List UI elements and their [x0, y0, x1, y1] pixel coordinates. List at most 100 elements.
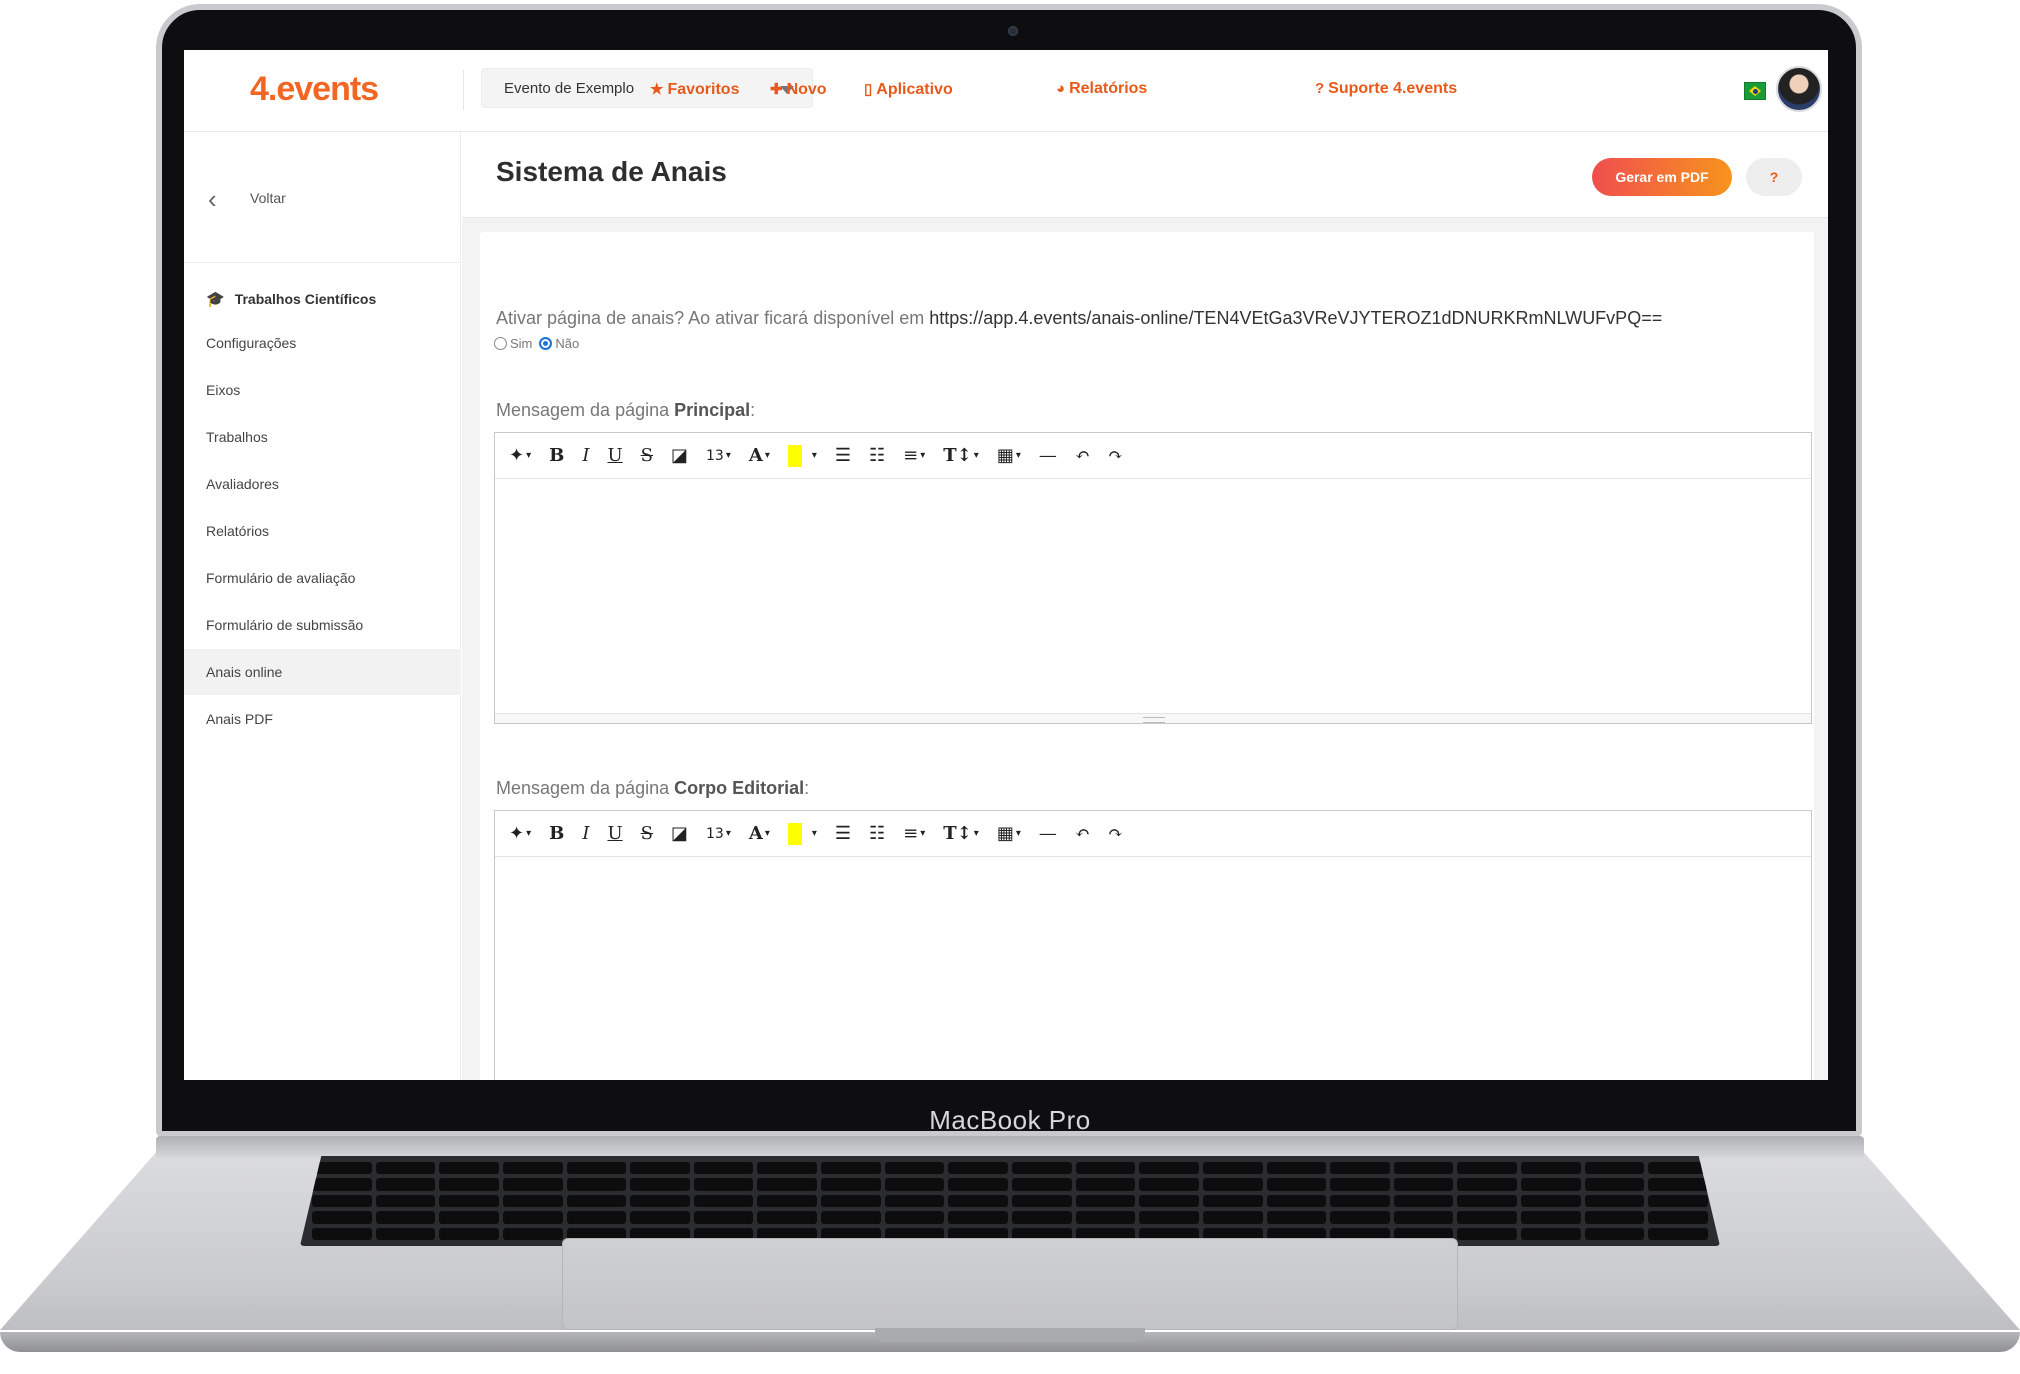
ordered-list-icon[interactable]: ☰ [835, 823, 851, 844]
generate-pdf-button[interactable]: Gerar em PDF [1592, 158, 1732, 196]
sidebar-item-eixos[interactable]: Eixos [184, 367, 461, 413]
keyboard-key [948, 1194, 1008, 1208]
sidebar-item-label: Eixos [206, 382, 241, 398]
keyboard-key [312, 1194, 372, 1208]
keyboard-key [566, 1178, 627, 1191]
undo-icon[interactable]: ↶ [1075, 445, 1090, 466]
strikethrough-icon[interactable]: S [641, 445, 653, 466]
sidebar-item-avaliadores[interactable]: Avaliadores [184, 461, 461, 507]
graduation-cap-icon: 🎓 [206, 291, 225, 308]
nav-favoritos[interactable]: ★ Favoritos [650, 80, 739, 99]
keyboard-key [1012, 1211, 1072, 1224]
font-size-value: 13 [706, 825, 724, 842]
editor-corpo-editorial: ✦ ▾ B I U S ◪ 13 ▾ A ▾ ▾ ☰ ☷ ≡ ▾ T↕ ▾ ▦ ▾ [494, 810, 1812, 1080]
keyboard-key [502, 1211, 563, 1224]
help-button[interactable]: ? [1746, 158, 1802, 196]
table-icon[interactable]: ▦ ▾ [997, 445, 1021, 466]
sidebar-item-formulario-avaliacao[interactable]: Formulário de avaliação [184, 555, 461, 601]
keyboard-key [1075, 1194, 1136, 1208]
pie-chart-icon: ◕ [1056, 80, 1066, 97]
font-size-select[interactable]: 13 ▾ [706, 448, 731, 464]
nav-aplicativo[interactable]: ▯ Aplicativo [864, 80, 953, 99]
nav-novo[interactable]: ✚ Novo [770, 80, 827, 99]
keyboard-key [1393, 1211, 1454, 1224]
strikethrough-icon[interactable]: S [641, 823, 653, 844]
eraser-icon[interactable]: ◪ [671, 823, 688, 844]
star-icon: ★ [650, 81, 664, 98]
underline-icon[interactable]: U [607, 445, 622, 466]
content-header: Sistema de Anais Gerar em PDF ? [462, 132, 1828, 218]
radio-nao[interactable] [539, 337, 553, 350]
keyboard-key [948, 1178, 1008, 1191]
italic-icon[interactable]: I [582, 823, 589, 844]
line-height-icon[interactable]: T↕ ▾ [943, 823, 979, 844]
redo-icon[interactable]: ↷ [1108, 445, 1123, 466]
nav-relatorios[interactable]: ◕ Relatórios [1056, 80, 1147, 98]
keyboard-key [1521, 1211, 1581, 1224]
back-button[interactable]: ‹ Voltar [206, 178, 461, 220]
ordered-list-icon[interactable]: ☰ [835, 445, 851, 466]
font-color-icon[interactable]: A ▾ [749, 823, 770, 844]
device-label: MacBook Pro [929, 1105, 1091, 1135]
avatar[interactable] [1776, 66, 1822, 112]
keyboard-key [821, 1178, 881, 1191]
redo-icon[interactable]: ↷ [1108, 823, 1123, 844]
table-icon[interactable]: ▦ ▾ [997, 823, 1021, 844]
anais-url[interactable]: https://app.4.events/anais-online/TEN4VE… [929, 308, 1662, 328]
sidebar-item-label: Trabalhos [206, 429, 268, 445]
sidebar-item-configuracoes[interactable]: Configurações [184, 320, 461, 366]
brazil-flag-icon[interactable] [1744, 82, 1766, 100]
bold-icon[interactable]: B [549, 445, 564, 466]
horizontal-rule-icon[interactable]: — [1039, 445, 1057, 466]
sidebar-item-anais-pdf[interactable]: Anais PDF [184, 696, 461, 742]
sidebar-item-relatorios[interactable]: Relatórios [184, 508, 461, 554]
unordered-list-icon[interactable]: ☷ [869, 445, 885, 466]
keyboard-key [1012, 1194, 1072, 1208]
font-size-value: 13 [706, 447, 724, 464]
editor-corpo-label: Mensagem da página Corpo Editorial: [496, 778, 810, 798]
app-logo[interactable]: 4.events [250, 70, 379, 109]
line-height-icon[interactable]: T↕ ▾ [943, 445, 979, 466]
nav-suporte[interactable]: ? Suporte 4.events [1315, 80, 1457, 98]
keyboard-key [439, 1211, 499, 1224]
italic-icon[interactable]: I [582, 445, 589, 466]
radio-sim[interactable] [494, 337, 507, 350]
editor-principal-text-area[interactable] [495, 479, 1811, 713]
keyboard-key [821, 1194, 881, 1208]
font-size-select[interactable]: 13 ▾ [706, 826, 731, 842]
undo-icon[interactable]: ↶ [1075, 823, 1090, 844]
underline-icon[interactable]: U [607, 823, 622, 844]
magic-style-icon[interactable]: ✦ ▾ [509, 823, 531, 844]
align-icon[interactable]: ≡ ▾ [903, 823, 925, 844]
sidebar-item-formulario-submissao[interactable]: Formulário de submissão [184, 602, 461, 648]
keyboard-key [884, 1178, 945, 1191]
keyboard-key [1521, 1194, 1581, 1208]
keyboard-key [1521, 1227, 1581, 1240]
settings-card: Ativar página de anais? Ao ativar ficará… [480, 232, 1814, 1080]
align-icon[interactable]: ≡ ▾ [903, 445, 925, 466]
highlight-color-icon[interactable]: ▾ [787, 822, 817, 845]
sidebar-item-trabalhos[interactable]: Trabalhos [184, 414, 461, 460]
keyboard-key [1139, 1211, 1199, 1224]
label-bold: Corpo Editorial [674, 778, 805, 798]
sidebar-item-label: Formulário de avaliação [206, 570, 356, 586]
app-screen: 4.events Evento de Exemplo ★ Favoritos ✚ N… [184, 50, 1828, 1080]
keyboard-key [948, 1211, 1008, 1224]
eraser-icon[interactable]: ◪ [671, 445, 688, 466]
sidebar-item-label: Formulário de submissão [206, 617, 364, 633]
editor-resize-handle[interactable] [495, 713, 1811, 723]
unordered-list-icon[interactable]: ☷ [869, 823, 885, 844]
keyboard-key [502, 1194, 563, 1208]
bold-icon[interactable]: B [549, 823, 564, 844]
editor-corpo-text-area[interactable] [495, 857, 1811, 1080]
horizontal-rule-icon[interactable]: — [1039, 823, 1057, 844]
font-color-icon[interactable]: A ▾ [749, 445, 770, 466]
highlight-color-icon[interactable]: ▾ [787, 444, 817, 467]
magic-style-icon[interactable]: ✦ ▾ [509, 445, 531, 466]
keyboard-key [566, 1211, 627, 1224]
keyboard-key [1457, 1162, 1518, 1175]
top-bar: 4.events Evento de Exemplo ★ Favoritos ✚ N… [184, 50, 1828, 132]
event-select[interactable]: Evento de Exemplo [481, 68, 813, 108]
sidebar-item-anais-online[interactable]: Anais online [184, 649, 461, 695]
keyboard-key [1457, 1211, 1518, 1224]
